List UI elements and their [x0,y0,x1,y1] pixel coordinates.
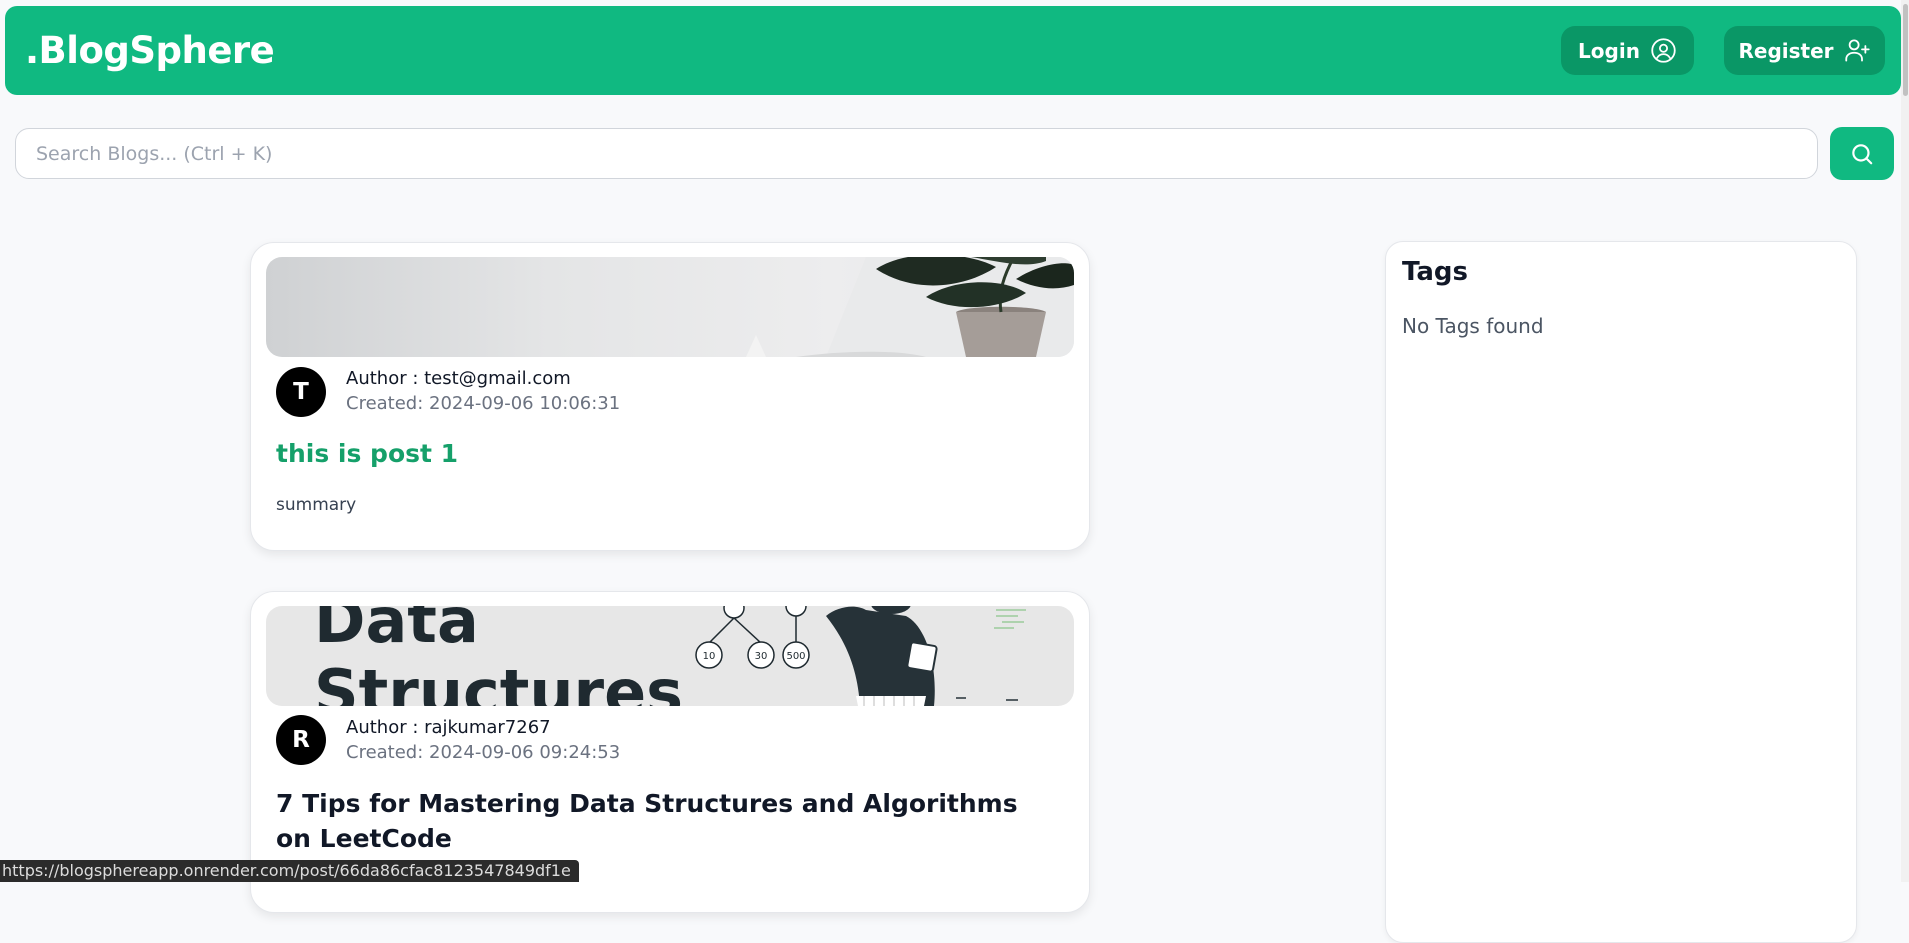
post-author: Author : test@gmail.com [346,368,571,389]
tree-node-label: 500 [786,651,805,662]
post-cover-image[interactable] [266,257,1074,357]
post-title[interactable]: 7 Tips for Mastering Data Structures and… [276,786,1056,856]
post-summary: summary [276,495,357,515]
user-plus-icon [1844,39,1870,62]
register-button[interactable]: Register [1724,26,1885,75]
navbar: .BlogSphere Login Register [5,6,1901,95]
page-scrollbar-thumb[interactable] [1903,4,1908,96]
post-created-date: Created: 2024-09-06 10:06:31 [346,393,621,414]
search-input[interactable] [15,128,1818,179]
login-label: Login [1578,38,1640,63]
post-created-date: Created: 2024-09-06 09:24:53 [346,742,621,763]
search-button[interactable] [1830,127,1894,180]
post-title[interactable]: this is post 1 [276,436,1056,471]
login-button[interactable]: Login [1561,26,1694,75]
cover-text-structures: Structures [314,656,683,706]
post-cover-image[interactable]: Data Structures 10 30 500 [266,606,1074,706]
tags-panel: Tags No Tags found [1385,241,1857,943]
user-circle-icon [1651,38,1676,63]
tree-node-label: 30 [755,651,768,662]
data-structures-illustration: Data Structures 10 30 500 [314,606,1026,706]
register-label: Register [1738,38,1834,63]
brand-logo[interactable]: .BlogSphere [25,6,275,95]
plant-illustration [746,257,1074,357]
tags-title: Tags [1402,257,1469,287]
author-avatar[interactable]: R [276,715,326,765]
tags-empty-message: No Tags found [1402,314,1544,338]
tree-node-label: 10 [703,651,716,662]
author-avatar[interactable]: T [276,367,326,417]
post-card[interactable]: T Author : test@gmail.com Created: 2024-… [250,242,1090,551]
search-icon [1852,143,1873,164]
post-author: Author : rajkumar7267 [346,717,551,738]
cover-text-data: Data [314,606,479,657]
status-bar-url: https://blogsphereapp.onrender.com/post/… [0,860,579,882]
page-scrollbar[interactable] [1901,0,1909,882]
